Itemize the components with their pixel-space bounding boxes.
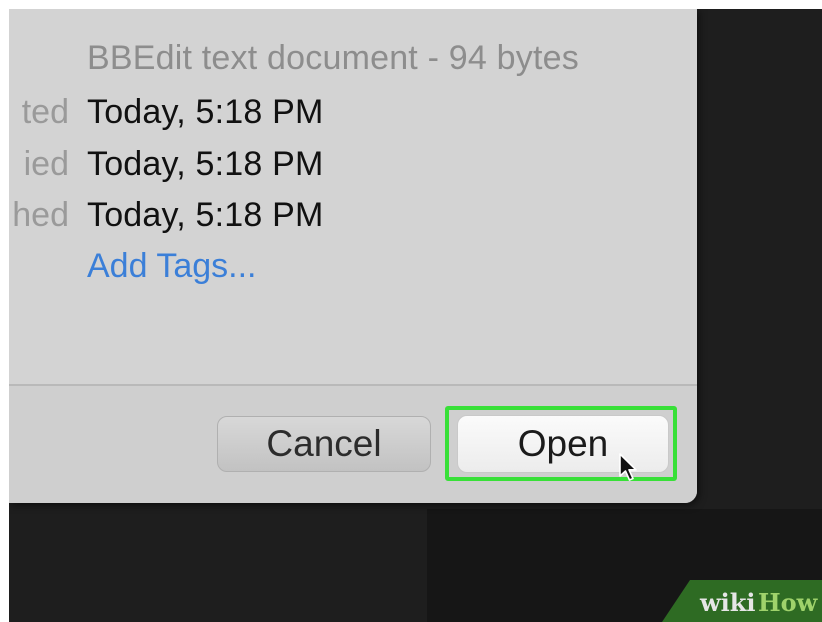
modified-label: ied	[23, 145, 69, 183]
file-kind-size: BBEdit text document - 94 bytes	[87, 39, 579, 77]
watermark-wiki-text: wiki	[700, 588, 756, 617]
mouse-pointer-icon	[619, 453, 637, 481]
last-opened-label: hed	[12, 196, 69, 234]
modified-value: Today, 5:18 PM	[87, 145, 324, 183]
created-value: Today, 5:18 PM	[87, 93, 324, 131]
cancel-button[interactable]: Cancel	[217, 416, 431, 472]
last-opened-value: Today, 5:18 PM	[87, 196, 324, 234]
background-scene: BBEdit text document - 94 bytes ted Toda…	[9, 9, 822, 622]
watermark-how-text: How	[758, 588, 818, 617]
file-info-panel: BBEdit text document - 94 bytes ted Toda…	[9, 9, 697, 384]
created-label: ted	[21, 93, 69, 131]
open-file-dialog: BBEdit text document - 94 bytes ted Toda…	[9, 9, 697, 503]
dialog-footer: Cancel Open	[9, 386, 697, 503]
add-tags-link[interactable]: Add Tags...	[87, 247, 257, 286]
